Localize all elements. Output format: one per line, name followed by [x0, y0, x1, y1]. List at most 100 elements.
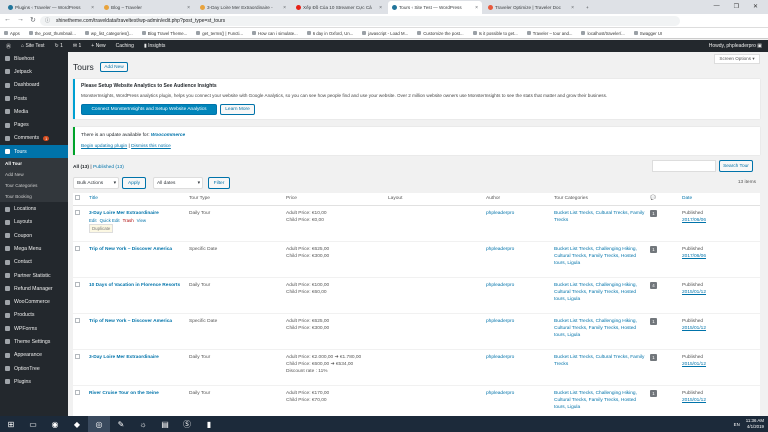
- tab-close-icon[interactable]: ×: [283, 5, 286, 11]
- tab-close-icon[interactable]: ×: [379, 5, 382, 11]
- col-date[interactable]: Date: [680, 193, 760, 206]
- wordpress-logo-icon[interactable]: Ⓦ: [6, 43, 11, 50]
- tab-close-icon[interactable]: ×: [475, 5, 478, 11]
- sidebar-item-posts[interactable]: Posts: [0, 92, 68, 105]
- browser-tab[interactable]: 3-Day Loire Mer Extraordinaire - ×: [196, 1, 290, 14]
- row-checkbox[interactable]: [75, 281, 80, 287]
- row-checkbox[interactable]: [75, 353, 80, 359]
- begin-update-link[interactable]: Begin updating plugin: [81, 144, 127, 149]
- bookmark-item[interactable]: How can i simulate...: [252, 31, 298, 36]
- tour-title-link[interactable]: Trip of New York – Discover America: [89, 318, 185, 325]
- bookmark-item[interactable]: the_post_thumbnail...: [28, 31, 76, 36]
- sidebar-item-contact[interactable]: Contact: [0, 256, 68, 269]
- dates-select[interactable]: All dates ▾: [153, 177, 203, 189]
- tab-close-icon[interactable]: ×: [571, 5, 574, 11]
- bookmark-item[interactable]: 6 day in Oxford, Un...: [306, 31, 353, 36]
- tour-categories-links[interactable]: Bucket List Trecks, Challenging Hiking, …: [554, 391, 637, 410]
- language-indicator[interactable]: EN: [734, 422, 740, 427]
- tour-title-link[interactable]: 3-Day Loire Mer Extraordinaire: [89, 210, 185, 217]
- taskbar-app-icon[interactable]: ▭: [22, 416, 44, 432]
- sidebar-item-theme-settings[interactable]: Theme Settings: [0, 335, 68, 348]
- author-link[interactable]: phpleaderpro: [486, 283, 514, 288]
- author-link[interactable]: phpleaderpro: [486, 391, 514, 396]
- sidebar-item-dashboard[interactable]: Dashboard: [0, 79, 68, 92]
- bookmark-item[interactable]: javascript - Load M...: [362, 31, 408, 36]
- add-new-button[interactable]: Add New: [100, 62, 128, 72]
- taskbar-chrome-icon[interactable]: ◎: [88, 416, 110, 432]
- taskbar-app-icon[interactable]: ◆: [66, 416, 88, 432]
- screen-options-button[interactable]: Screen Options ▾: [714, 54, 760, 64]
- taskbar-app-icon[interactable]: ◉: [44, 416, 66, 432]
- tour-title-link[interactable]: River Cruise Tour on the Seine: [89, 390, 185, 397]
- row-checkbox-cell[interactable]: [73, 349, 87, 386]
- updates-link[interactable]: ↻ 1: [55, 43, 63, 49]
- col-title[interactable]: Title: [87, 193, 187, 206]
- bookmark-item[interactable]: Traveler – tour and...: [526, 31, 572, 36]
- sidebar-item-comments[interactable]: Comments 1: [0, 132, 68, 145]
- dismiss-notice-link[interactable]: Dismiss this notice: [131, 144, 171, 149]
- bookmark-item[interactable]: Swagger UI: [633, 31, 662, 36]
- filter-published[interactable]: Published (13): [93, 165, 124, 170]
- search-input[interactable]: [652, 160, 716, 172]
- submenu-item[interactable]: Tour Categories: [0, 180, 68, 192]
- select-all-checkbox[interactable]: [75, 195, 80, 201]
- tour-categories-links[interactable]: Bucket List Trecks, Cultural Trecks, Fam…: [554, 355, 644, 367]
- bookmark-item[interactable]: Apps: [4, 31, 20, 36]
- sidebar-item-products[interactable]: Products: [0, 309, 68, 322]
- apply-button[interactable]: Apply: [122, 177, 146, 189]
- sidebar-item-media[interactable]: Media: [0, 105, 68, 118]
- insights-link[interactable]: ▮ Insights: [144, 43, 165, 49]
- comment-count-bubble[interactable]: 4: [650, 281, 657, 289]
- tour-categories-links[interactable]: Bucket List Trecks, Challenging Hiking, …: [554, 319, 637, 338]
- col-comments[interactable]: 💬: [648, 193, 680, 206]
- quick-edit-link[interactable]: Quick Edit: [100, 217, 120, 224]
- author-link[interactable]: phpleaderpro: [486, 319, 514, 324]
- taskbar-app-icon[interactable]: ☼: [132, 416, 154, 432]
- tour-title-link[interactable]: 10 Days of Vacation in Florence Resorts: [89, 282, 185, 289]
- sidebar-item-appearance[interactable]: Appearance: [0, 349, 68, 362]
- sidebar-item-plugins[interactable]: Plugins: [0, 375, 68, 388]
- tour-categories-links[interactable]: Bucket List Trecks, Challenging Hiking, …: [554, 247, 637, 266]
- submenu-item[interactable]: Tour Booking: [0, 191, 68, 203]
- comments-link[interactable]: ✉ 1: [73, 43, 81, 49]
- row-checkbox[interactable]: [75, 389, 80, 395]
- tab-close-icon[interactable]: ×: [91, 5, 94, 11]
- filter-button[interactable]: Filter: [208, 177, 230, 189]
- taskbar-app-icon[interactable]: ▤: [154, 416, 176, 432]
- bookmark-item[interactable]: Customize the post...: [417, 31, 464, 36]
- browser-tab[interactable]: Xếp Đồ Của 10 Streamer Cực Cả ×: [292, 1, 386, 14]
- taskbar-app-icon[interactable]: ✎: [110, 416, 132, 432]
- filter-all[interactable]: All (13): [73, 165, 89, 170]
- sidebar-item-mega-menu[interactable]: Mega Menu: [0, 242, 68, 255]
- sidebar-item-coupon[interactable]: Coupon: [0, 229, 68, 242]
- author-link[interactable]: phpleaderpro: [486, 211, 514, 216]
- bookmark-item[interactable]: Blog Travel Theme...: [141, 31, 187, 36]
- row-checkbox-cell[interactable]: [73, 241, 87, 278]
- bulk-actions-select[interactable]: Bulk Actions ▾: [73, 177, 119, 189]
- submenu-item[interactable]: All Tour: [0, 158, 68, 170]
- minimize-icon[interactable]: —: [714, 3, 720, 10]
- sidebar-item-layouts[interactable]: Layouts: [0, 216, 68, 229]
- tab-close-icon[interactable]: ×: [187, 5, 190, 11]
- sidebar-item-wpforms[interactable]: WPForms: [0, 322, 68, 335]
- browser-tab[interactable]: Plugins ‹ Traveler — WordPress ×: [4, 1, 98, 14]
- tour-categories-links[interactable]: Bucket List Trecks, Challenging Hiking, …: [554, 283, 637, 302]
- comment-count-bubble[interactable]: 1: [650, 209, 657, 217]
- row-checkbox-cell[interactable]: [73, 277, 87, 314]
- howdy-user[interactable]: Howdy, phpleaderpro ▣: [709, 40, 762, 52]
- sidebar-item-partner-statistic[interactable]: Partner Statistic: [0, 269, 68, 282]
- comment-count-bubble[interactable]: 1: [650, 245, 657, 253]
- trash-link[interactable]: Trash: [123, 217, 134, 224]
- taskbar-terminal-icon[interactable]: ▮: [198, 416, 220, 432]
- sidebar-item-tours[interactable]: Tours: [0, 145, 68, 159]
- taskbar-app-icon[interactable]: Ⓢ: [176, 416, 198, 432]
- comment-count-bubble[interactable]: 1: [650, 389, 657, 397]
- sidebar-item-pages[interactable]: Pages: [0, 118, 68, 131]
- bookmark-item[interactable]: localhost/traveler/...: [581, 31, 625, 36]
- submenu-item[interactable]: Add New: [0, 169, 68, 181]
- search-tours-button[interactable]: Search Tour: [719, 160, 753, 172]
- maximize-icon[interactable]: ❐: [734, 3, 739, 10]
- sidebar-item-woocommerce[interactable]: WooCommerce: [0, 295, 68, 308]
- browser-tab[interactable]: Tours ‹ Site Test — WordPress ×: [388, 1, 482, 14]
- forward-icon[interactable]: →: [17, 16, 24, 24]
